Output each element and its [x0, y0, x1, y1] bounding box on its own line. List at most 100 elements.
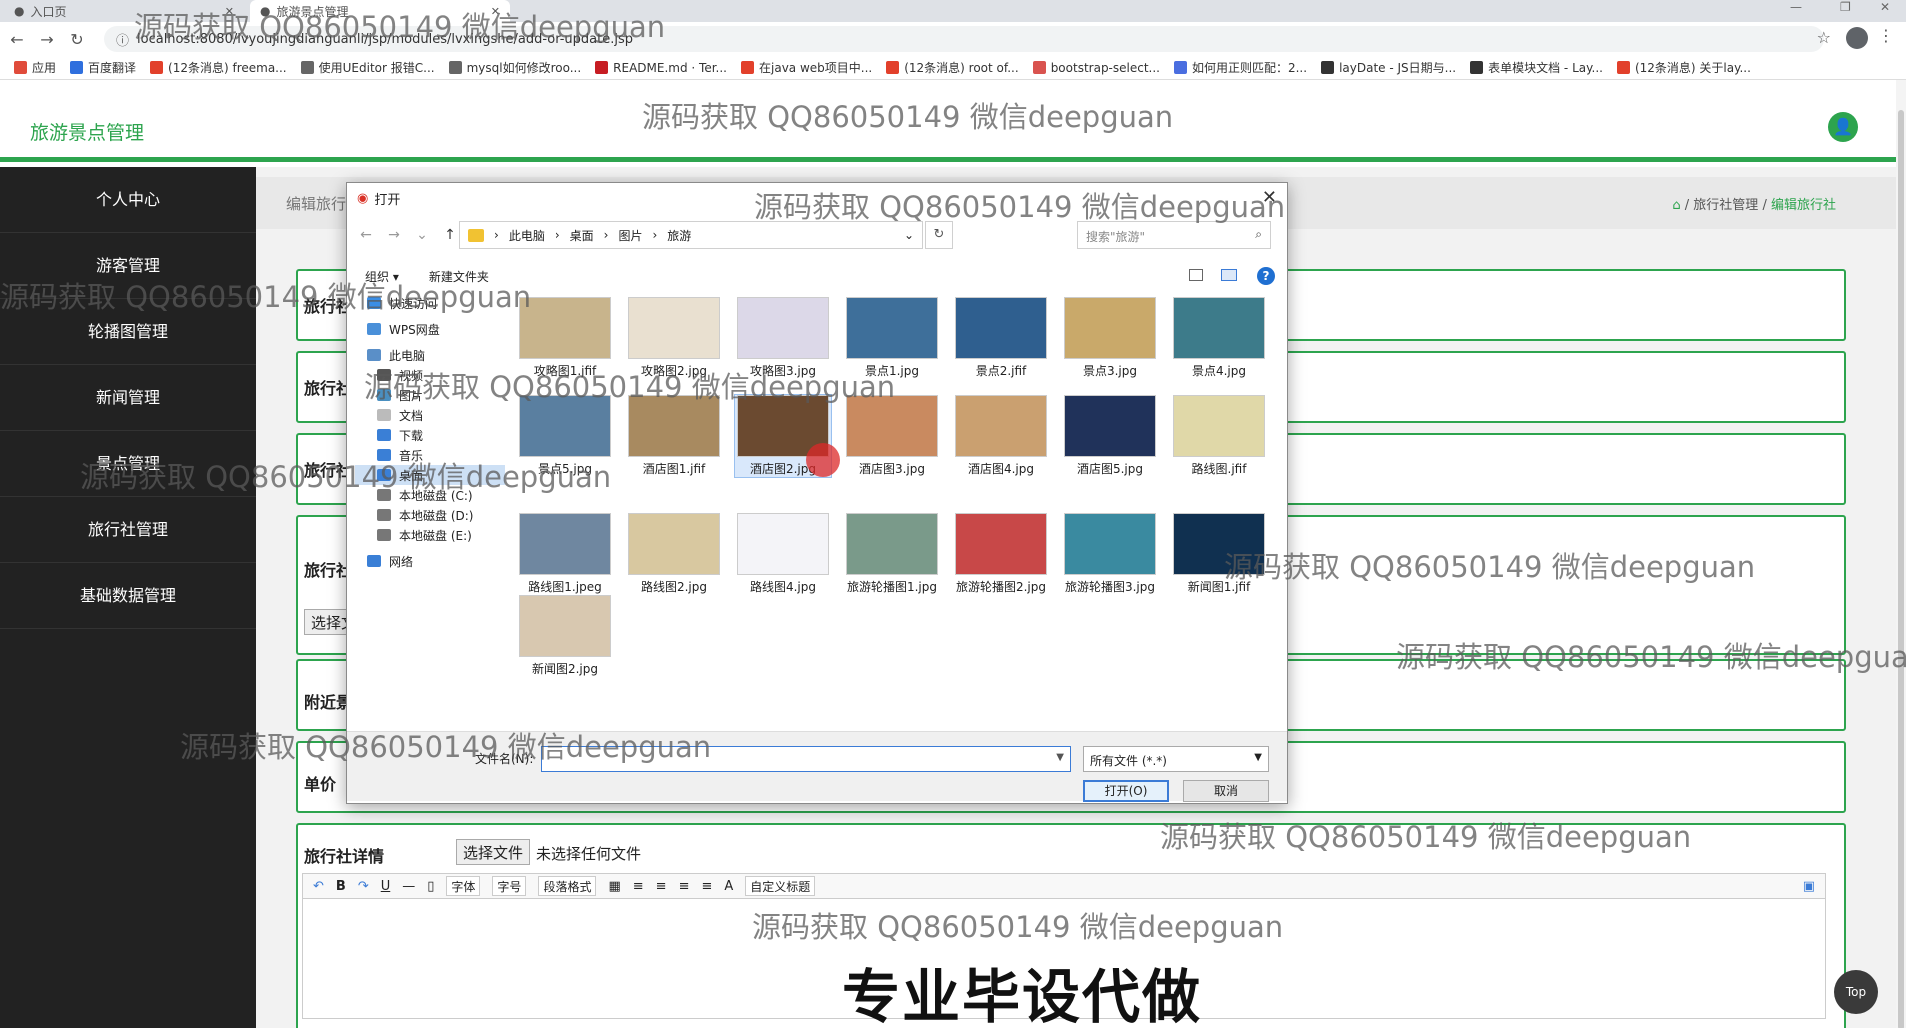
font-size-select[interactable]: 字号: [492, 876, 527, 896]
file-item[interactable]: 景点1.jpg: [844, 297, 940, 379]
file-item[interactable]: 路线图.jfif: [1171, 395, 1267, 477]
file-item[interactable]: 路线图2.jpg: [626, 513, 722, 595]
file-item[interactable]: 酒店图4.jpg: [953, 395, 1049, 477]
menu-icon[interactable]: ⋮: [1878, 26, 1894, 45]
font-select[interactable]: 字体: [446, 876, 481, 896]
file-item[interactable]: 攻略图2.jpg: [626, 297, 722, 379]
new-folder-button[interactable]: 新建文件夹: [429, 268, 489, 285]
bookmark-item[interactable]: 应用: [14, 59, 56, 76]
bookmark-item[interactable]: 在java web项目中...: [741, 59, 872, 76]
file-item[interactable]: 新闻图2.jpg: [517, 595, 613, 677]
up-icon[interactable]: ↑: [439, 227, 461, 243]
bookmark-item[interactable]: 表单模块文档 - Lay...: [1470, 59, 1603, 76]
preview-pane-icon[interactable]: [1221, 269, 1237, 281]
file-item[interactable]: 酒店图1.jfif: [626, 395, 722, 477]
chevron-down-icon[interactable]: ▼: [1056, 752, 1064, 763]
bookmark-item[interactable]: (12条消息) 关于lay...: [1616, 59, 1751, 76]
bold-icon[interactable]: B: [336, 879, 346, 894]
filetype-select[interactable]: 所有文件 (*.*) ▼: [1083, 746, 1269, 772]
page-scrollbar[interactable]: [1896, 80, 1906, 1028]
file-item[interactable]: 酒店图5.jpg: [1062, 395, 1158, 477]
bookmark-item[interactable]: mysql如何修改roo...: [448, 59, 581, 76]
dialog-search-input[interactable]: 搜索"旅游" ⌕: [1077, 221, 1271, 249]
tree-item-quick-access[interactable]: 快速访问: [355, 293, 505, 313]
tree-item-drive-e[interactable]: 本地磁盘 (E:): [355, 525, 505, 545]
minimize-icon[interactable]: —: [1790, 0, 1802, 14]
browser-tab-entry[interactable]: ● 入口页 ✕: [4, 0, 244, 22]
file-item[interactable]: 路线图1.jpeg: [517, 513, 613, 595]
page-icon[interactable]: ▯: [427, 879, 434, 894]
path-segment[interactable]: 此电脑: [509, 227, 545, 244]
back-to-top-button[interactable]: Top: [1834, 970, 1878, 1014]
tree-item-videos[interactable]: 视频: [355, 365, 505, 385]
file-item[interactable]: 攻略图1.jfif: [517, 297, 613, 379]
sidebar-item-basic-data[interactable]: 基础数据管理: [0, 563, 256, 629]
choose-file-button[interactable]: 选择文件: [456, 839, 531, 865]
forward-icon[interactable]: →: [383, 227, 405, 243]
user-icon[interactable]: 👤: [1828, 112, 1858, 142]
justify-icon[interactable]: ≡: [701, 879, 712, 894]
file-item[interactable]: 酒店图3.jpg: [844, 395, 940, 477]
browser-tab-active[interactable]: ● 旅游景点管理 ✕: [250, 0, 510, 22]
refresh-icon[interactable]: ↻: [925, 221, 953, 249]
scrollbar-thumb[interactable]: [1898, 110, 1904, 1028]
file-item[interactable]: 新闻图1.jfif: [1171, 513, 1267, 595]
cancel-button[interactable]: 取消: [1183, 780, 1269, 802]
sidebar-item-carousel[interactable]: 轮播图管理: [0, 299, 256, 365]
path-segment[interactable]: 图片: [618, 227, 642, 244]
home-icon[interactable]: ⌂: [1672, 198, 1680, 213]
tree-item-documents[interactable]: 文档: [355, 405, 505, 425]
sidebar-item-tourists[interactable]: 游客管理: [0, 233, 256, 299]
tree-item-music[interactable]: 音乐: [355, 445, 505, 465]
align-left-icon[interactable]: ≡: [633, 879, 644, 894]
bookmark-item[interactable]: README.md · Ter...: [595, 61, 727, 75]
custom-title-select[interactable]: 自定义标题: [745, 876, 816, 896]
close-icon[interactable]: ✕: [491, 5, 500, 18]
file-item[interactable]: 攻略图3.jpg: [735, 297, 831, 379]
reload-icon[interactable]: ↻: [64, 30, 90, 49]
horizontal-rule-icon[interactable]: —: [402, 879, 415, 894]
restore-icon[interactable]: ❐: [1840, 0, 1851, 14]
open-button[interactable]: 打开(O): [1083, 780, 1169, 802]
sidebar-item-news[interactable]: 新闻管理: [0, 365, 256, 431]
close-window-icon[interactable]: ✕: [1880, 0, 1890, 14]
file-item[interactable]: 景点5.jpg: [517, 395, 613, 477]
tree-item-wps[interactable]: WPS网盘: [355, 319, 505, 339]
tree-item-drive-d[interactable]: 本地磁盘 (D:): [355, 505, 505, 525]
tree-item-this-pc[interactable]: 此电脑: [355, 345, 505, 365]
file-item[interactable]: 路线图4.jpg: [735, 513, 831, 595]
undo-icon[interactable]: ↶: [313, 879, 324, 894]
sidebar-item-scenic[interactable]: 景点管理: [0, 431, 256, 497]
underline-icon[interactable]: U: [381, 879, 391, 894]
align-right-icon[interactable]: ≡: [679, 879, 690, 894]
help-icon[interactable]: ?: [1257, 267, 1275, 285]
path-segment[interactable]: 桌面: [570, 227, 594, 244]
fullscreen-icon[interactable]: ▣: [1803, 879, 1815, 894]
filename-input[interactable]: ▼: [541, 746, 1071, 772]
chevron-down-icon[interactable]: ⌄: [411, 227, 433, 243]
tree-item-network[interactable]: 网络: [355, 551, 505, 571]
align-center-icon[interactable]: ≡: [656, 879, 667, 894]
redo-icon[interactable]: ↷: [358, 879, 369, 894]
file-item[interactable]: 景点2.jfif: [953, 297, 1049, 379]
account-icon[interactable]: [1846, 27, 1868, 49]
back-icon[interactable]: ←: [355, 227, 377, 243]
paragraph-select[interactable]: 段落格式: [538, 876, 597, 896]
file-item[interactable]: 旅游轮播图2.jpg: [953, 513, 1049, 595]
file-item[interactable]: 景点3.jpg: [1062, 297, 1158, 379]
path-segment[interactable]: 旅游: [667, 227, 691, 244]
sidebar-item-personal-center[interactable]: 个人中心: [0, 167, 256, 233]
sidebar-item-agency[interactable]: 旅行社管理: [0, 497, 256, 563]
tree-item-pictures[interactable]: 图片: [355, 385, 505, 405]
close-icon[interactable]: ✕: [225, 5, 234, 18]
path-bar[interactable]: › 此电脑 › 桌面 › 图片 › 旅游 ⌄: [459, 221, 923, 249]
organize-button[interactable]: 组织 ▾: [365, 268, 399, 285]
bookmark-item[interactable]: 使用UEditor 报错C...: [300, 59, 435, 76]
tree-item-drive-c[interactable]: 本地磁盘 (C:): [355, 485, 505, 505]
font-color-icon[interactable]: A: [724, 879, 733, 894]
chevron-down-icon[interactable]: ⌄: [904, 228, 914, 242]
file-item[interactable]: 景点4.jpg: [1171, 297, 1267, 379]
breadcrumb-parent[interactable]: 旅行社管理: [1693, 198, 1758, 213]
bookmark-item[interactable]: 百度翻译: [70, 59, 136, 76]
back-icon[interactable]: ←: [4, 30, 30, 49]
